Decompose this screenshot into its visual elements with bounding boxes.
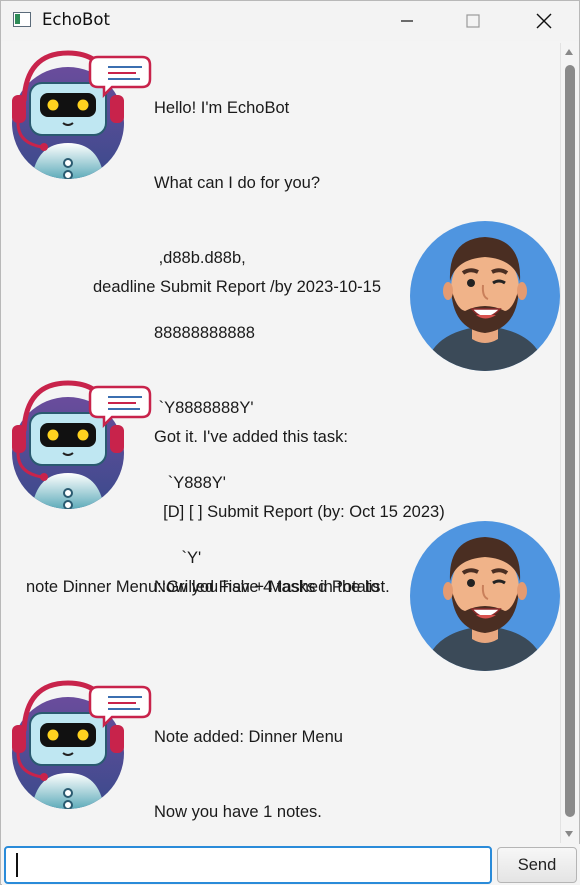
- bot-reply-message: Note added: Dinner Menu Now you have 1 n…: [154, 675, 343, 843]
- send-button[interactable]: Send: [497, 847, 577, 883]
- man-bearded-icon: [410, 521, 560, 671]
- user-avatar: [410, 521, 560, 671]
- minimize-icon: [401, 20, 413, 22]
- message-line: Now you have 1 notes.: [154, 803, 322, 821]
- text-caret: [16, 853, 18, 877]
- user-avatar: [410, 221, 560, 371]
- robot-icon: [12, 50, 152, 179]
- maximize-button[interactable]: [450, 1, 496, 41]
- scroll-thumb[interactable]: [565, 65, 575, 817]
- message-input[interactable]: [4, 846, 492, 884]
- title-bar: EchoBot: [1, 1, 579, 41]
- user-message: deadline Submit Report /by 2023-10-15: [93, 225, 381, 350]
- robot-icon: [12, 380, 152, 509]
- bot-avatar: [6, 43, 156, 193]
- user-message: note Dinner Menu::Grilled Fish + Mashed …: [26, 525, 380, 650]
- bot-avatar: [6, 373, 156, 523]
- window-title: EchoBot: [42, 10, 110, 29]
- maximize-icon: [466, 14, 480, 28]
- scroll-up-icon[interactable]: [565, 49, 573, 55]
- close-icon: [536, 13, 552, 29]
- bot-avatar: [6, 673, 156, 823]
- app-window: EchoBot Hello! I'm EchoBot What can I do…: [0, 0, 580, 885]
- vertical-scrollbar[interactable]: [560, 43, 578, 843]
- message-line: Got it. I've added this task:: [154, 428, 348, 446]
- message-line: Hello! I'm EchoBot: [154, 99, 290, 117]
- message-line: deadline Submit Report /by 2023-10-15: [93, 278, 382, 296]
- minimize-button[interactable]: [384, 1, 430, 41]
- close-button[interactable]: [521, 1, 567, 41]
- robot-icon: [12, 680, 152, 809]
- message-line: note Dinner Menu::Grilled Fish + Mashed …: [26, 578, 380, 596]
- chat-scroll-pane[interactable]: Hello! I'm EchoBot What can I do for you…: [2, 43, 560, 843]
- message-line: Note added: Dinner Menu: [154, 728, 343, 746]
- message-line: What can I do for you?: [154, 174, 321, 192]
- message-line: [D] [ ] Submit Report (by: Oct 15 2023): [154, 503, 445, 521]
- scroll-down-icon[interactable]: [565, 831, 573, 837]
- man-bearded-icon: [410, 221, 560, 371]
- input-bar: Send: [2, 844, 580, 885]
- app-icon: [13, 12, 31, 27]
